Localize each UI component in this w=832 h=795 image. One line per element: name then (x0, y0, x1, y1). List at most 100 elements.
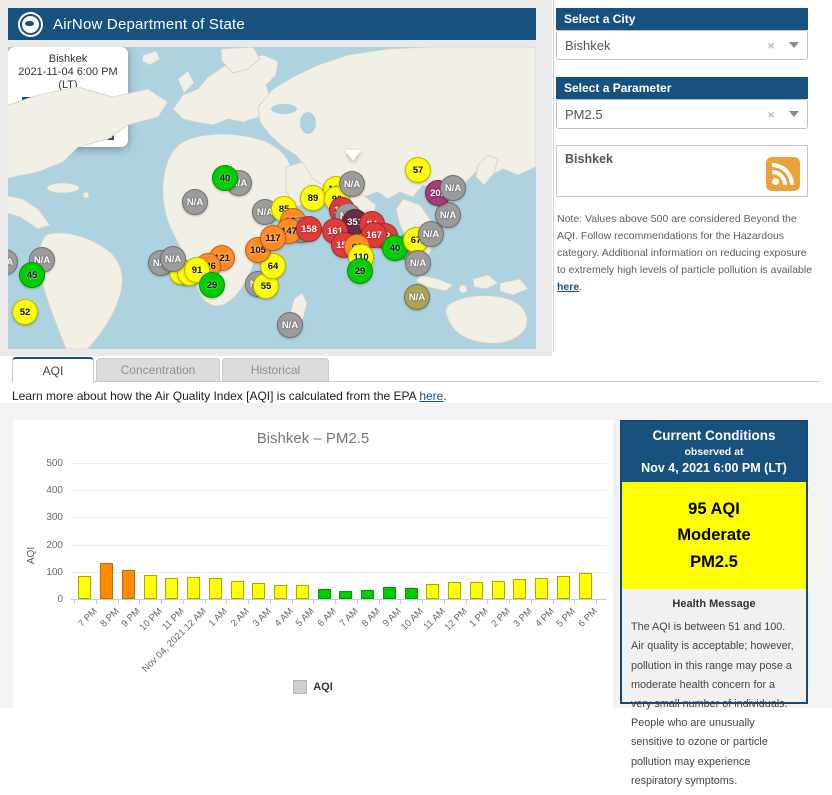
chart-x-tick-label: 6 AM (316, 606, 339, 629)
chart-bar[interactable] (426, 584, 439, 599)
parameter-clear-icon[interactable]: × (767, 107, 775, 122)
chart-bar[interactable] (165, 578, 178, 599)
chart-bar[interactable] (318, 589, 331, 599)
health-message-box: Health Message The AQI is between 51 and… (622, 589, 806, 795)
aqi-map-marker[interactable]: N/A (339, 171, 365, 197)
observed-at-label: observed at (626, 446, 802, 458)
tab-aqi-label: AQI (43, 364, 64, 378)
select-parameter-header: Select a Parameter (556, 77, 808, 99)
aqi-map-marker[interactable]: 45 (19, 262, 45, 288)
parameter-select-value: PM2.5 (565, 107, 767, 122)
chart-x-tick-label: 10 AM (399, 606, 426, 633)
chart-x-tick (596, 600, 597, 604)
rss-icon[interactable] (766, 157, 800, 191)
learn-more-here-link[interactable]: here (419, 389, 443, 403)
chart-gridline (71, 517, 607, 518)
chart-bar[interactable] (231, 581, 244, 599)
note-here-link[interactable]: here (557, 281, 579, 293)
aqi-map-marker[interactable]: 52 (12, 299, 38, 325)
tab-historical[interactable]: Historical (222, 358, 329, 381)
chart-bar[interactable] (274, 585, 287, 599)
chart-x-tick (400, 600, 401, 604)
current-conditions-header: Current Conditions observed at Nov 4, 20… (622, 422, 806, 482)
aqi-map-marker[interactable]: N/A (440, 175, 466, 201)
city-chevron-down-icon[interactable] (789, 42, 799, 48)
chart-bar[interactable] (579, 573, 592, 599)
chart-bar[interactable] (296, 585, 309, 599)
chart-bar[interactable] (187, 577, 200, 599)
chart-gridline (71, 572, 607, 573)
chart-x-tick (292, 600, 293, 604)
chart-x-tick-label: 4 PM (533, 606, 556, 629)
chart-x-tick (335, 600, 336, 604)
chart-bar[interactable] (361, 590, 374, 599)
legend-label: AQI (313, 681, 333, 693)
chart-x-tick (553, 600, 554, 604)
chart-bar[interactable] (78, 576, 91, 599)
aqi-map-marker[interactable]: 57 (405, 157, 431, 183)
map-popup-tail (345, 150, 361, 161)
aqi-map-marker[interactable]: N/A (404, 284, 430, 310)
chart-bar[interactable] (122, 570, 135, 599)
chart-bar[interactable] (252, 583, 265, 599)
chart-bar[interactable] (557, 576, 570, 599)
aqi-map-marker[interactable]: N/A (160, 246, 186, 272)
chart-x-tick-label: 8 AM (359, 606, 382, 629)
observed-datetime: Nov 4, 2021 6:00 PM (LT) (626, 461, 802, 475)
chart-bar[interactable] (448, 582, 461, 599)
rss-feed-box: Bishkek (556, 145, 808, 197)
chart-x-tick-label: 1 AM (207, 606, 230, 629)
chart-bar[interactable] (144, 575, 157, 599)
chart-x-axis-line (71, 599, 607, 600)
chart-bar[interactable] (209, 578, 222, 599)
aqi-map-marker[interactable]: N/A (277, 312, 303, 338)
chart-x-tick-label: 12 PM (442, 606, 469, 633)
note-suffix: . (579, 281, 582, 293)
chart-x-tick (226, 600, 227, 604)
select-city-label: Select a City (564, 12, 635, 26)
chart-x-tick (379, 600, 380, 604)
rss-city-label: Bishkek (565, 152, 613, 166)
city-clear-icon[interactable]: × (767, 38, 775, 53)
chart-x-tick-label: 2 AM (229, 606, 252, 629)
city-select[interactable]: Bishkek × (556, 30, 808, 60)
chart-bar[interactable] (383, 587, 396, 599)
tab-rule (12, 381, 820, 382)
chart-x-tick (422, 600, 423, 604)
column-divider (553, 0, 554, 352)
world-aqi-map[interactable]: N/A40N/AN/A858910390N/A133N/A147158195N/… (8, 47, 536, 349)
aqi-map-marker[interactable]: 29 (199, 272, 225, 298)
chart-x-tick-label: 3 AM (251, 606, 274, 629)
learn-more-suffix: . (443, 389, 446, 403)
beyond-aqi-note: Note: Values above 500 are considered Be… (557, 211, 813, 296)
chart-x-tick-label: 7 PM (76, 606, 99, 629)
chart-bar[interactable] (492, 581, 505, 599)
legend-swatch (293, 680, 307, 694)
aqi-map-marker[interactable]: 158 (296, 216, 322, 242)
aqi-bar-chart: Bishkek – PM2.5 AQI AQI 0100200300400500… (13, 420, 613, 708)
aqi-map-marker[interactable]: N/A (182, 189, 208, 215)
aqi-map-marker[interactable]: 117 (260, 225, 286, 251)
select-city-header: Select a City (556, 8, 808, 30)
chart-y-tick-label: 100 (27, 567, 63, 578)
chart-x-tick (574, 600, 575, 604)
chart-y-tick-label: 400 (27, 485, 63, 496)
chart-x-tick-label: 3 PM (511, 606, 534, 629)
chart-bar[interactable] (405, 588, 418, 599)
chart-bar[interactable] (470, 582, 483, 599)
current-aqi-pollutant: PM2.5 (626, 549, 802, 575)
chart-y-tick-label: 0 (27, 594, 63, 605)
tab-aqi[interactable]: AQI (12, 357, 94, 382)
parameter-chevron-down-icon[interactable] (789, 111, 799, 117)
aqi-map-marker[interactable]: N/A (405, 250, 431, 276)
chart-bar[interactable] (100, 563, 113, 599)
aqi-map-marker[interactable]: 29 (347, 258, 373, 284)
current-conditions-title: Current Conditions (626, 428, 802, 443)
chart-bar[interactable] (513, 579, 526, 599)
aqi-map-marker[interactable]: 40 (212, 165, 238, 191)
parameter-select[interactable]: PM2.5 × (556, 99, 808, 129)
tab-concentration[interactable]: Concentration (96, 358, 220, 381)
chart-bar[interactable] (339, 591, 352, 599)
chart-x-tick (161, 600, 162, 604)
chart-bar[interactable] (535, 578, 548, 599)
